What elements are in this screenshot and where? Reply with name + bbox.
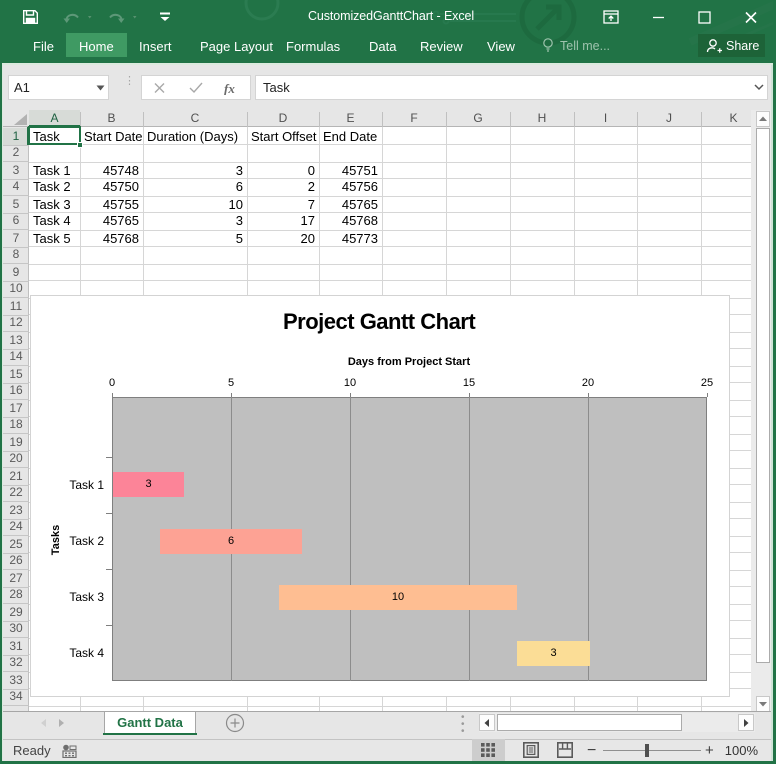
svg-text:fx: fx <box>224 81 235 95</box>
